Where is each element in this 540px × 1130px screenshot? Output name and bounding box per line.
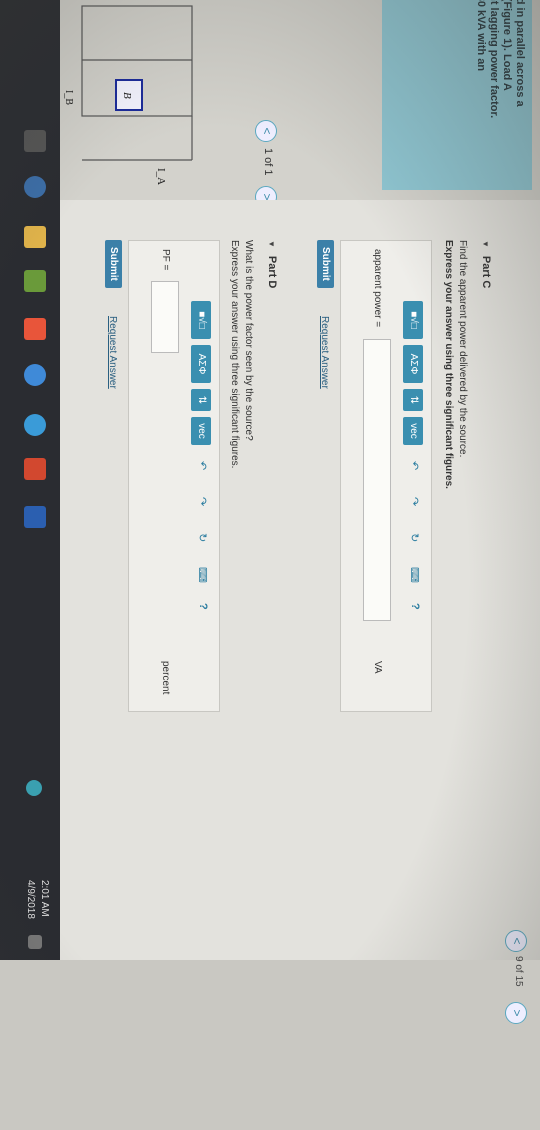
intro-line: f 30 kVA with an [475, 0, 487, 72]
part-c-title-text: Part C [480, 255, 492, 289]
question-pager: < 9 of 15 > [500, 930, 530, 1130]
tray-time: 2:01 AM [39, 880, 50, 917]
figure-pager: < 1 of 1 > [252, 120, 280, 210]
prev-question-button[interactable]: < [505, 930, 527, 952]
keyboard-icon[interactable]: ⌨ [408, 567, 421, 583]
part-c-request-answer-link[interactable]: Request Answer [319, 316, 330, 389]
undo-icon[interactable]: ↶ [408, 461, 421, 470]
reset-icon[interactable]: ↻ [408, 533, 421, 542]
file-explorer-icon[interactable] [24, 226, 46, 248]
next-question-button[interactable]: > [505, 1002, 527, 1024]
part-c-unit: VA [372, 661, 383, 674]
word-icon[interactable] [24, 506, 46, 528]
office-icon[interactable] [24, 318, 46, 340]
current-a-label: I_A [155, 168, 167, 185]
part-d-unit: percent [160, 661, 171, 695]
question-pager-text: 9 of 15 [513, 956, 524, 987]
problem-panel: ted in parallel across a n (Figure 1). L… [60, 0, 540, 208]
part-d-answer-label: PF = [160, 249, 171, 271]
redo-icon[interactable]: ↷ [196, 497, 209, 506]
help-icon[interactable]: ? [197, 603, 209, 610]
part-d-title-text: Part D [266, 255, 278, 289]
collapse-caret-icon: ▼ [267, 240, 276, 248]
part-d-submit-button[interactable]: Submit [105, 240, 122, 288]
greek-symbols-button[interactable]: AΣΦ [403, 345, 423, 383]
part-d-answer-box: ■√□ AΣΦ ⇅ vec ↶ ↷ ↻ ⌨ ? PF = percent [128, 240, 220, 712]
taskbar: 2:01 AM 4/9/2018 [0, 0, 60, 960]
chrome-icon[interactable] [24, 364, 46, 386]
powerpoint-icon[interactable] [24, 458, 46, 480]
subscript-button[interactable]: ⇅ [403, 389, 423, 411]
figure-pager-text: 1 of 1 [262, 148, 274, 176]
edge-browser-icon[interactable] [24, 176, 46, 198]
templates-button[interactable]: ■√□ [403, 301, 423, 339]
figure-prev-button[interactable]: < [255, 120, 277, 142]
part-c-instruction: Express your answer using three signific… [443, 240, 454, 489]
part-d-title[interactable]: ▼ Part D [266, 240, 278, 288]
part-d-request-answer-link[interactable]: Request Answer [107, 316, 118, 389]
app-icon[interactable] [24, 414, 46, 436]
circuit-figure[interactable]: B I_A I_B [60, 0, 210, 200]
part-c-title[interactable]: ▼ Part C [480, 240, 492, 288]
undo-icon[interactable]: ↶ [196, 461, 209, 470]
reset-icon[interactable]: ↻ [196, 533, 209, 542]
part-c-math-toolbar: ■√□ AΣΦ ⇅ vec ↶ ↷ ↻ ⌨ ? [403, 301, 423, 701]
collapse-caret-icon: ▼ [481, 240, 490, 248]
store-icon[interactable] [24, 270, 46, 292]
power-factor-input[interactable] [151, 281, 179, 353]
part-d-math-toolbar: ■√□ AΣΦ ⇅ vec ↶ ↷ ↻ ⌨ ? [191, 301, 211, 701]
part-c-answer-box: ■√□ AΣΦ ⇅ vec ↶ ↷ ↻ ⌨ ? apparent power =… [340, 240, 432, 712]
intro-line: ent lagging power factor. [488, 0, 500, 119]
part-d-question: What is the power factor seen by the sou… [243, 240, 254, 441]
subscript-button[interactable]: ⇅ [191, 389, 211, 411]
tray-icon[interactable] [26, 780, 42, 796]
apparent-power-input[interactable] [363, 339, 391, 621]
help-icon[interactable]: ? [409, 603, 421, 610]
intro-line: n (Figure 1). Load A [501, 0, 513, 91]
tray-date: 4/9/2018 [25, 880, 36, 919]
problem-intro: ted in parallel across a n (Figure 1). L… [382, 0, 532, 190]
rotated-screen: ted in parallel across a n (Figure 1). L… [0, 0, 540, 1024]
part-c-submit-button[interactable]: Submit [317, 240, 334, 288]
notifications-icon[interactable] [28, 935, 42, 949]
redo-icon[interactable]: ↷ [408, 497, 421, 506]
load-b-label: B [121, 92, 133, 99]
part-c-answer-label: apparent power = [372, 249, 383, 328]
current-b-label: I_B [63, 90, 74, 105]
vector-button[interactable]: vec [191, 417, 211, 445]
main-content: < 9 of 15 > ▼ Part C Find the apparent po… [60, 200, 540, 1024]
vector-button[interactable]: vec [403, 417, 423, 445]
start-icon[interactable] [24, 130, 46, 152]
part-d-instruction: Express your answer using three signific… [229, 240, 240, 469]
templates-button[interactable]: ■√□ [191, 301, 211, 339]
intro-line: ted in parallel across a [514, 0, 526, 107]
part-c-question: Find the apparent power delivered by the… [457, 240, 468, 458]
keyboard-icon[interactable]: ⌨ [196, 567, 209, 583]
greek-symbols-button[interactable]: AΣΦ [191, 345, 211, 383]
